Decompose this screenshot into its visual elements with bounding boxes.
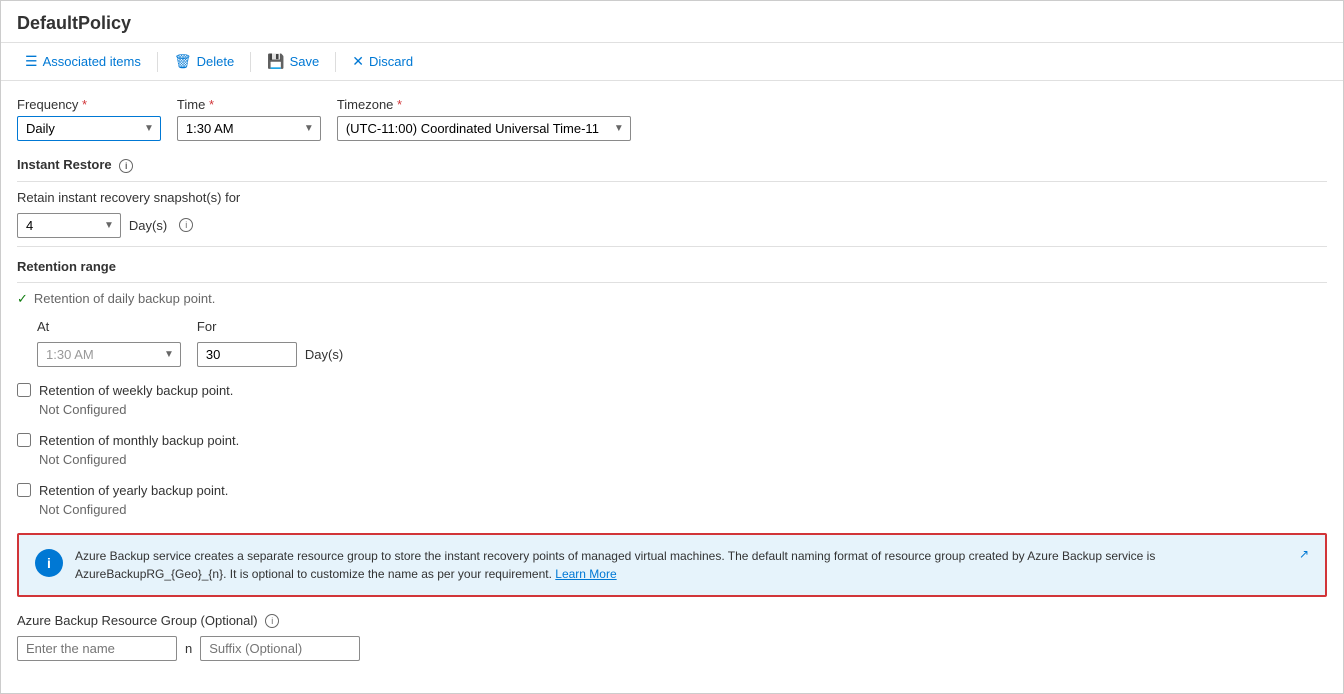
daily-retention-label: Retention of daily backup point. <box>34 291 215 306</box>
weekly-label: Retention of weekly backup point. <box>39 383 233 398</box>
at-group: At 1:30 AM ▼ <box>37 319 181 367</box>
time-label: Time * <box>177 97 321 112</box>
weekly-checkbox-row: Retention of weekly backup point. <box>17 383 1327 398</box>
yearly-not-configured: Not Configured <box>39 502 1327 517</box>
toolbar-separator-2 <box>250 52 251 72</box>
azure-backup-rg-label: Azure Backup Resource Group (Optional) i <box>17 613 1327 629</box>
timezone-select[interactable]: (UTC-11:00) Coordinated Universal Time-1… <box>338 117 608 140</box>
page-container: DefaultPolicy ☰ Associated items 🗑 Delet… <box>0 0 1344 694</box>
time-select-control: 1:30 AM 2:00 AM 3:00 AM ▼ <box>177 116 321 141</box>
timezone-select-control: (UTC-11:00) Coordinated Universal Time-1… <box>337 116 631 141</box>
days-unit-label: Day(s) <box>129 218 167 233</box>
azure-backup-rg-section: Azure Backup Resource Group (Optional) i… <box>17 613 1327 678</box>
page-title: DefaultPolicy <box>1 1 1343 43</box>
instant-restore-info-icon[interactable]: i <box>119 159 133 173</box>
yearly-checkbox-row: Retention of yearly backup point. <box>17 483 1327 498</box>
frequency-group: Frequency * Daily Weekly ▼ <box>17 97 161 141</box>
info-banner-text: Azure Backup service creates a separate … <box>75 547 1279 583</box>
info-circle-icon: i <box>35 549 63 577</box>
frequency-label: Frequency * <box>17 97 161 112</box>
daily-check-icon: ✓ <box>17 291 28 307</box>
at-dropdown-arrow: ▼ <box>158 345 180 364</box>
for-label: For <box>197 319 343 334</box>
list-icon: ☰ <box>25 53 38 70</box>
monthly-label: Retention of monthly backup point. <box>39 433 239 448</box>
discard-button[interactable]: ✕ Discard <box>344 49 421 74</box>
save-button[interactable]: 💾 Save <box>259 49 327 74</box>
instant-restore-section: Instant Restore i Retain instant recover… <box>17 157 1327 238</box>
frequency-row: Frequency * Daily Weekly ▼ Time * <box>17 97 1327 141</box>
monthly-checkbox-row: Retention of monthly backup point. <box>17 433 1327 448</box>
monthly-checkbox[interactable] <box>17 433 31 447</box>
time-group: Time * 1:30 AM 2:00 AM 3:00 AM ▼ <box>177 97 321 141</box>
monthly-not-configured: Not Configured <box>39 452 1327 467</box>
azure-backup-rg-info-icon[interactable]: i <box>265 614 279 628</box>
n-label: n <box>185 641 192 656</box>
days-info-icon[interactable]: i <box>179 218 193 232</box>
azure-backup-rg-inputs: n <box>17 636 1327 661</box>
timezone-group: Timezone * (UTC-11:00) Coordinated Unive… <box>337 97 631 141</box>
retention-range-header: Retention range <box>17 259 1327 283</box>
weekly-checkbox[interactable] <box>17 383 31 397</box>
toolbar: ☰ Associated items 🗑 Delete 💾 Save ✕ Dis… <box>1 43 1343 81</box>
content-area: Frequency * Daily Weekly ▼ Time * <box>1 81 1343 693</box>
delete-button[interactable]: 🗑 Delete <box>166 49 242 74</box>
timezone-dropdown-arrow: ▼ <box>608 119 630 138</box>
for-group: For Day(s) <box>197 319 343 367</box>
yearly-checkbox[interactable] <box>17 483 31 497</box>
frequency-select[interactable]: Daily Weekly <box>18 117 138 140</box>
time-required: * <box>209 97 214 112</box>
name-input[interactable] <box>17 636 177 661</box>
at-for-row: At 1:30 AM ▼ For Day(s) <box>17 319 1327 367</box>
toolbar-separator-3 <box>335 52 336 72</box>
frequency-select-control: Daily Weekly ▼ <box>17 116 161 141</box>
time-dropdown-arrow: ▼ <box>298 119 320 138</box>
divider-retention <box>17 246 1327 247</box>
discard-icon: ✕ <box>352 53 364 70</box>
instant-restore-header: Instant Restore i <box>17 157 1327 182</box>
associated-items-button[interactable]: ☰ Associated items <box>17 49 149 74</box>
time-select[interactable]: 1:30 AM 2:00 AM 3:00 AM <box>178 117 298 140</box>
yearly-label: Retention of yearly backup point. <box>39 483 228 498</box>
frequency-dropdown-arrow: ▼ <box>138 119 160 138</box>
retention-range-section: Retention range ✓ Retention of daily bac… <box>17 259 1327 517</box>
weekly-not-configured: Not Configured <box>39 402 1327 417</box>
delete-icon: 🗑 <box>174 53 192 70</box>
at-select[interactable]: 1:30 AM <box>38 343 158 366</box>
for-unit-label: Day(s) <box>305 347 343 362</box>
learn-more-link[interactable]: Learn More <box>555 567 616 581</box>
save-icon: 💾 <box>267 53 284 70</box>
frequency-required: * <box>82 97 87 112</box>
timezone-required: * <box>397 97 402 112</box>
daily-retention-row: ✓ Retention of daily backup point. <box>17 291 1327 307</box>
external-link-icon[interactable]: ↗ <box>1299 547 1309 561</box>
instant-restore-row: 4 1 2 3 5 ▼ Day(s) i <box>17 213 1327 238</box>
info-banner: i Azure Backup service creates a separat… <box>17 533 1327 597</box>
days-select[interactable]: 4 1 2 3 5 <box>18 214 98 237</box>
toolbar-separator <box>157 52 158 72</box>
days-dropdown-arrow: ▼ <box>98 216 120 235</box>
at-select-control: 1:30 AM ▼ <box>37 342 181 367</box>
suffix-input[interactable] <box>200 636 360 661</box>
instant-restore-sublabel: Retain instant recovery snapshot(s) for <box>17 190 1327 205</box>
at-label: At <box>37 319 181 334</box>
timezone-label: Timezone * <box>337 97 631 112</box>
for-input[interactable] <box>197 342 297 367</box>
days-select-control: 4 1 2 3 5 ▼ <box>17 213 121 238</box>
